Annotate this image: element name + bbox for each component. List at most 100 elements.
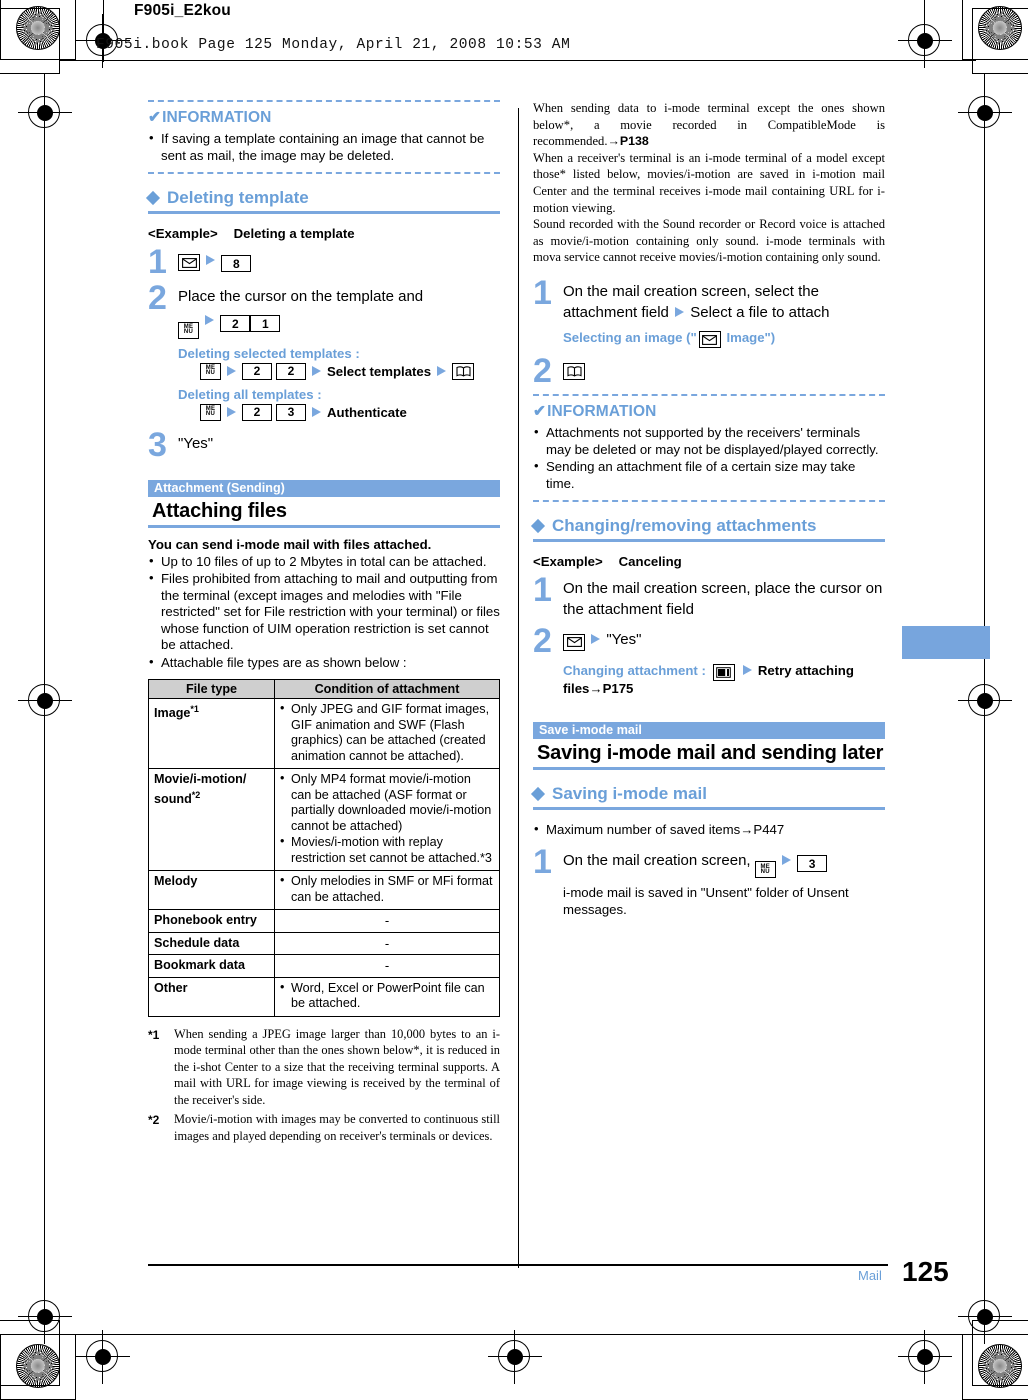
key-2[interactable]: 2 <box>242 362 272 380</box>
diamond-icon <box>145 190 161 206</box>
menu-icon[interactable]: ME NU <box>178 321 199 339</box>
arrow-right-icon <box>206 254 216 265</box>
trim-line-bottom <box>60 1334 976 1336</box>
cell-condition: Word, Excel or PowerPoint file can be at… <box>274 976 500 1017</box>
key-1[interactable]: 1 <box>250 315 281 333</box>
page-reference: →P138 <box>607 134 649 149</box>
footnote-marker: *2 <box>148 1113 160 1128</box>
step-number: 2 <box>533 622 552 661</box>
information-top-rule <box>533 394 885 397</box>
information-list-2: Attachments not supported by the receive… <box>533 424 885 492</box>
footnote-row: *1 When sending a JPEG image larger than… <box>148 1026 500 1109</box>
list-item: Attachable file types are as shown below… <box>148 654 500 672</box>
footnote-block: *1 When sending a JPEG image larger than… <box>148 1026 500 1145</box>
registration-mark-bottom-center <box>76 1330 130 1384</box>
suboption-selecting-image: Selecting an image (" Image") <box>563 330 885 349</box>
arrow-right-icon <box>312 407 321 417</box>
suboption-sequence-selected: ME NU 22 Select templates <box>200 362 500 380</box>
arrow-right-icon <box>227 366 236 376</box>
step-body: On the mail creation screen, ME NU 3 <box>563 847 885 879</box>
suboption-action-label: Authenticate <box>327 404 407 420</box>
mail-icon[interactable] <box>178 254 200 272</box>
arrow-right-icon <box>205 314 215 325</box>
note-paragraph-1: When sending data to i-mode terminal exc… <box>533 100 885 150</box>
mail-icon[interactable] <box>698 331 721 349</box>
saving-note: i-mode mail is saved in "Unsent" folder … <box>563 885 849 918</box>
list-item: Files prohibited from attaching to mail … <box>148 570 500 654</box>
table-row: Schedule data - <box>148 931 500 956</box>
section-attachment-sending: Attachment (Sending) Attaching files <box>148 479 500 528</box>
note-paragraph-3: Sound recorded with the Sound recorder o… <box>533 217 885 265</box>
step-number: 1 <box>533 842 552 881</box>
key-2-b[interactable]: 2 <box>276 362 306 380</box>
menu-icon[interactable]: ME NU <box>200 362 221 380</box>
information-block-2: ✔INFORMATION Attachments not supported b… <box>533 394 885 503</box>
cell-condition: - <box>274 909 500 933</box>
example-label: <Example> <box>533 554 603 570</box>
attachment-bullets: Up to 10 files of up to 2 Mbytes in tota… <box>148 553 500 672</box>
heading-deleting-template: Deleting template <box>145 188 500 208</box>
cell-condition: - <box>274 954 500 978</box>
footer-rule <box>148 1264 888 1266</box>
step-1-saving: 1 On the mail creation screen, ME NU 3 <box>533 842 885 881</box>
trim-line-left <box>44 74 46 1334</box>
table-header-file-type: File type <box>148 679 275 700</box>
key-2[interactable]: 2 <box>242 403 272 421</box>
information-title-1: ✔INFORMATION <box>148 108 500 127</box>
list-item: Sending an attachment file of a certain … <box>533 458 885 492</box>
menu-icon[interactable]: ME NU <box>754 861 776 879</box>
printed-page: F905i_E2kou F905i.book Page 125 Monday, … <box>0 0 1028 1400</box>
step-number: 1 <box>533 273 552 312</box>
section-save-imode-mail: Save i-mode mail Saving i-mode mail and … <box>533 722 885 771</box>
book-print-line: F905i.book Page 125 Monday, April 21, 20… <box>96 37 571 53</box>
table-row: Movie/i-motion/ sound*2 Only MP4 format … <box>148 768 500 872</box>
footer-page-number: 125 <box>902 1256 949 1287</box>
information-bottom-rule <box>533 500 885 503</box>
table-header-row: File type Condition of attachment <box>148 679 500 700</box>
step-3-deleting: 3 "Yes" <box>148 428 500 462</box>
information-label: INFORMATION <box>162 109 272 126</box>
list-item: If saving a template containing an image… <box>148 130 500 164</box>
list-item: Word, Excel or PowerPoint file can be at… <box>280 980 494 1012</box>
list-item: Movies/i-motion with replay restriction … <box>280 834 494 866</box>
key-8[interactable]: 8 <box>221 255 252 273</box>
arrow-right-icon <box>781 854 791 865</box>
note-text: When sending data to i-mode terminal exc… <box>533 101 885 149</box>
menu-icon[interactable]: ME NU <box>200 403 221 421</box>
heading-label: Deleting template <box>167 188 309 207</box>
key-2[interactable]: 2 <box>220 315 251 333</box>
section-band-label: Attachment (Sending) <box>148 479 500 497</box>
mail-icon[interactable] <box>563 633 585 651</box>
suboption-label-all: Deleting all templates : <box>178 386 322 402</box>
section-rule <box>148 524 500 528</box>
right-column: When sending data to i-mode terminal exc… <box>530 100 885 918</box>
left-column: ✔INFORMATION If saving a template contai… <box>145 100 500 1147</box>
diamond-icon <box>530 787 546 802</box>
document-code: F905i_E2kou <box>134 2 231 19</box>
cell-file-type: Phonebook entry <box>148 909 275 933</box>
step-body: Place the cursor on the template and ME N… <box>178 283 500 339</box>
continued-note: When sending data to i-mode terminal exc… <box>533 100 885 266</box>
diamond-icon <box>530 519 546 534</box>
cell-condition: Only MP4 format movie/i-motion can be at… <box>274 768 500 872</box>
heading-saving-imode-mail: Saving i-mode mail <box>530 784 885 804</box>
crop-box-tl2 <box>0 8 60 74</box>
information-title-2: ✔INFORMATION <box>533 402 885 421</box>
suboption-action-label: Select templates <box>327 363 432 379</box>
list-item: Only melodies in SMF or MFi format can b… <box>280 873 494 905</box>
step-body: On the mail creation screen, place the c… <box>563 580 883 619</box>
example-text: Canceling <box>618 554 682 570</box>
save-bullets: Maximum number of saved items→P447 <box>533 821 885 839</box>
cell-condition: - <box>274 931 500 956</box>
footnote-marker: *1 <box>148 1027 160 1042</box>
key-3[interactable]: 3 <box>797 855 828 873</box>
cell-condition: Only melodies in SMF or MFi format can b… <box>274 870 500 911</box>
book-icon[interactable] <box>563 363 585 381</box>
heading-label: Saving i-mode mail <box>552 784 707 804</box>
suboption-label: Changing attachment : <box>563 663 706 679</box>
picture-icon[interactable] <box>712 664 735 682</box>
book-icon[interactable] <box>452 362 475 380</box>
footnote-text: When sending a JPEG image larger than 10… <box>174 1026 500 1107</box>
key-3[interactable]: 3 <box>276 403 306 421</box>
trim-line-right <box>984 74 986 1334</box>
